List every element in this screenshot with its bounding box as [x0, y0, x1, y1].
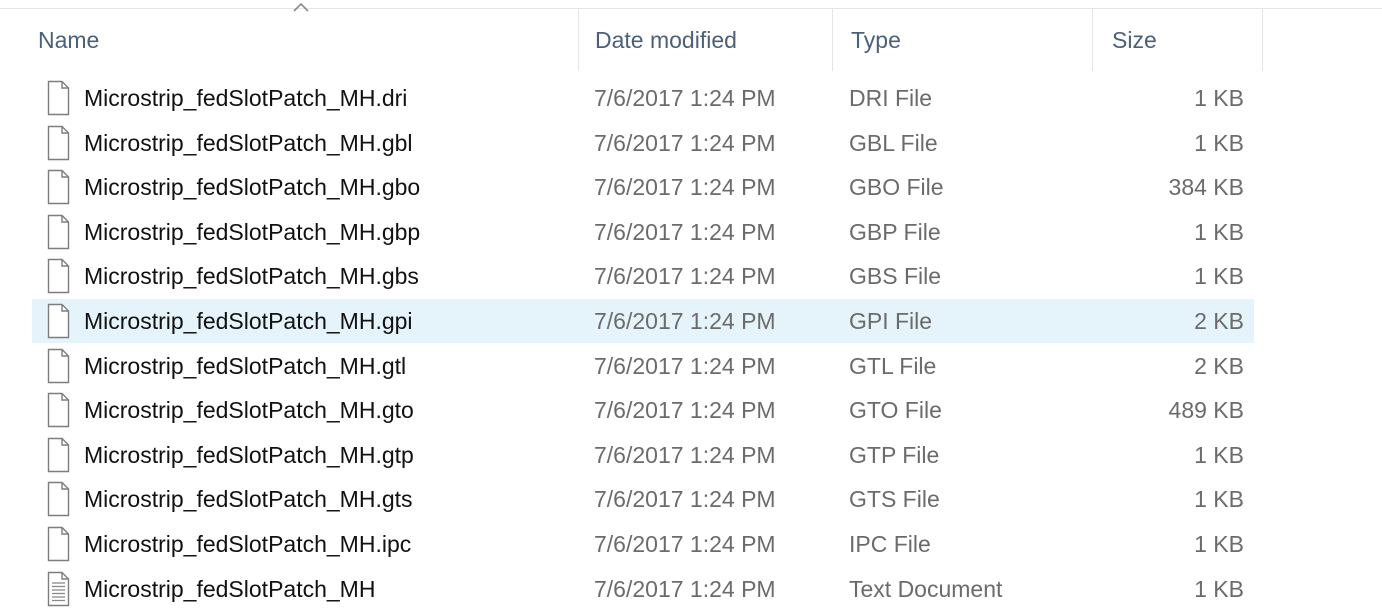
- file-size: 1 KB: [1194, 263, 1244, 290]
- generic-file-icon: [42, 437, 74, 473]
- generic-file-icon: [42, 80, 74, 116]
- file-type: GTS File: [849, 486, 940, 513]
- file-name: Microstrip_fedSlotPatch_MH.gbl: [84, 129, 413, 156]
- file-size: 489 KB: [1168, 397, 1244, 424]
- file-row[interactable]: Microstrip_fedSlotPatch_MH.gtl 7/6/2017 1…: [32, 344, 1254, 388]
- file-name: Microstrip_fedSlotPatch_MH.gbp: [84, 218, 421, 245]
- file-type: GBL File: [849, 129, 938, 156]
- file-date-modified: 7/6/2017 1:24 PM: [594, 218, 776, 245]
- column-divider[interactable]: [832, 9, 833, 71]
- file-name: Microstrip_fedSlotPatch_MH.gpi: [84, 308, 413, 334]
- file-name: Microstrip_fedSlotPatch_MH.gbs: [84, 263, 419, 290]
- file-date-modified: 7/6/2017 1:24 PM: [594, 263, 776, 290]
- file-type: GTO File: [849, 397, 942, 424]
- file-size: 1 KB: [1194, 531, 1244, 557]
- file-size: 2 KB: [1194, 352, 1244, 379]
- generic-file-icon: [42, 214, 74, 250]
- file-size: 1 KB: [1194, 486, 1244, 513]
- column-header-size[interactable]: Size: [1112, 9, 1262, 71]
- file-type: GTP File: [849, 441, 940, 468]
- file-name: Microstrip_fedSlotPatch_MH.gto: [84, 397, 414, 424]
- file-type: DRI File: [849, 85, 933, 111]
- column-divider[interactable]: [1092, 9, 1093, 71]
- file-size: 2 KB: [1194, 308, 1244, 334]
- file-name: Microstrip_fedSlotPatch_MH.gts: [84, 486, 413, 513]
- text-document-icon: [42, 571, 74, 607]
- file-type: GTL File: [849, 352, 937, 379]
- file-row[interactable]: Microstrip_fedSlotPatch_MH.gpi 7/6/2017 1…: [32, 299, 1254, 343]
- file-row[interactable]: Microstrip_fedSlotPatch_MH.gbp 7/6/2017 1…: [32, 210, 1254, 254]
- generic-file-icon: [42, 348, 74, 384]
- generic-file-icon: [42, 125, 74, 161]
- column-header-type[interactable]: Type: [851, 9, 1091, 71]
- file-row[interactable]: Microstrip_fedSlotPatch_MH.gts 7/6/2017 1…: [32, 477, 1254, 521]
- file-size: 1 KB: [1194, 129, 1244, 156]
- file-date-modified: 7/6/2017 1:24 PM: [594, 85, 776, 111]
- file-type: GBP File: [849, 218, 941, 245]
- file-size: 1 KB: [1194, 85, 1244, 111]
- generic-file-icon: [42, 526, 74, 562]
- file-name: Microstrip_fedSlotPatch_MH.gtl: [84, 352, 407, 379]
- generic-file-icon: [42, 481, 74, 517]
- file-date-modified: 7/6/2017 1:24 PM: [594, 174, 776, 201]
- column-divider[interactable]: [1262, 9, 1263, 71]
- generic-file-icon: [42, 169, 74, 205]
- column-header-date-label: Date modified: [595, 26, 737, 53]
- file-row[interactable]: Microstrip_fedSlotPatch_MH.gto 7/6/2017 1…: [32, 388, 1254, 432]
- file-type: GBS File: [849, 263, 942, 290]
- file-date-modified: 7/6/2017 1:24 PM: [594, 575, 776, 602]
- file-row[interactable]: Microstrip_fedSlotPatch_MH.gbs 7/6/2017 1…: [32, 254, 1254, 298]
- file-row[interactable]: Microstrip_fedSlotPatch_MH.ipc 7/6/2017 1…: [32, 522, 1254, 566]
- file-date-modified: 7/6/2017 1:24 PM: [594, 308, 776, 334]
- file-date-modified: 7/6/2017 1:24 PM: [594, 441, 776, 468]
- file-date-modified: 7/6/2017 1:24 PM: [594, 397, 776, 424]
- generic-file-icon: [42, 392, 74, 428]
- file-name: Microstrip_fedSlotPatch_MH.ipc: [84, 531, 412, 557]
- file-type: GPI File: [849, 308, 933, 334]
- file-size: 1 KB: [1194, 575, 1244, 602]
- column-header-date-modified[interactable]: Date modified: [595, 9, 830, 71]
- file-name: Microstrip_fedSlotPatch_MH.dri: [84, 85, 408, 111]
- column-header-name-label: Name: [38, 26, 100, 53]
- file-type: GBO File: [849, 174, 944, 201]
- file-row[interactable]: Microstrip_fedSlotPatch_MH.gtp 7/6/2017 1…: [32, 433, 1254, 477]
- file-type: Text Document: [849, 575, 1003, 602]
- column-header-bar: Name Date modified Type Size: [0, 0, 1382, 72]
- file-date-modified: 7/6/2017 1:24 PM: [594, 352, 776, 379]
- file-size: 1 KB: [1194, 441, 1244, 468]
- file-explorer-details-view: Name Date modified Type Size Microstrip_…: [0, 0, 1382, 607]
- file-row[interactable]: Microstrip_fedSlotPatch_MH 7/6/2017 1:24 …: [32, 567, 1254, 611]
- file-date-modified: 7/6/2017 1:24 PM: [594, 486, 776, 513]
- file-name: Microstrip_fedSlotPatch_MH: [84, 575, 376, 602]
- column-header-type-label: Type: [851, 26, 901, 53]
- column-header-name[interactable]: Name: [38, 9, 578, 71]
- generic-file-icon: [42, 303, 74, 339]
- file-row[interactable]: Microstrip_fedSlotPatch_MH.gbo 7/6/2017 1…: [32, 165, 1254, 209]
- column-divider[interactable]: [578, 9, 579, 71]
- file-row[interactable]: Microstrip_fedSlotPatch_MH.dri 7/6/2017 1…: [32, 76, 1254, 120]
- file-row[interactable]: Microstrip_fedSlotPatch_MH.gbl 7/6/2017 1…: [32, 121, 1254, 165]
- file-date-modified: 7/6/2017 1:24 PM: [594, 531, 776, 557]
- file-size: 384 KB: [1168, 174, 1244, 201]
- file-size: 1 KB: [1194, 218, 1244, 245]
- generic-file-icon: [42, 258, 74, 294]
- file-date-modified: 7/6/2017 1:24 PM: [594, 129, 776, 156]
- file-type: IPC File: [849, 531, 931, 557]
- file-name: Microstrip_fedSlotPatch_MH.gbo: [84, 174, 421, 201]
- column-header-size-label: Size: [1112, 26, 1157, 53]
- file-name: Microstrip_fedSlotPatch_MH.gtp: [84, 441, 414, 468]
